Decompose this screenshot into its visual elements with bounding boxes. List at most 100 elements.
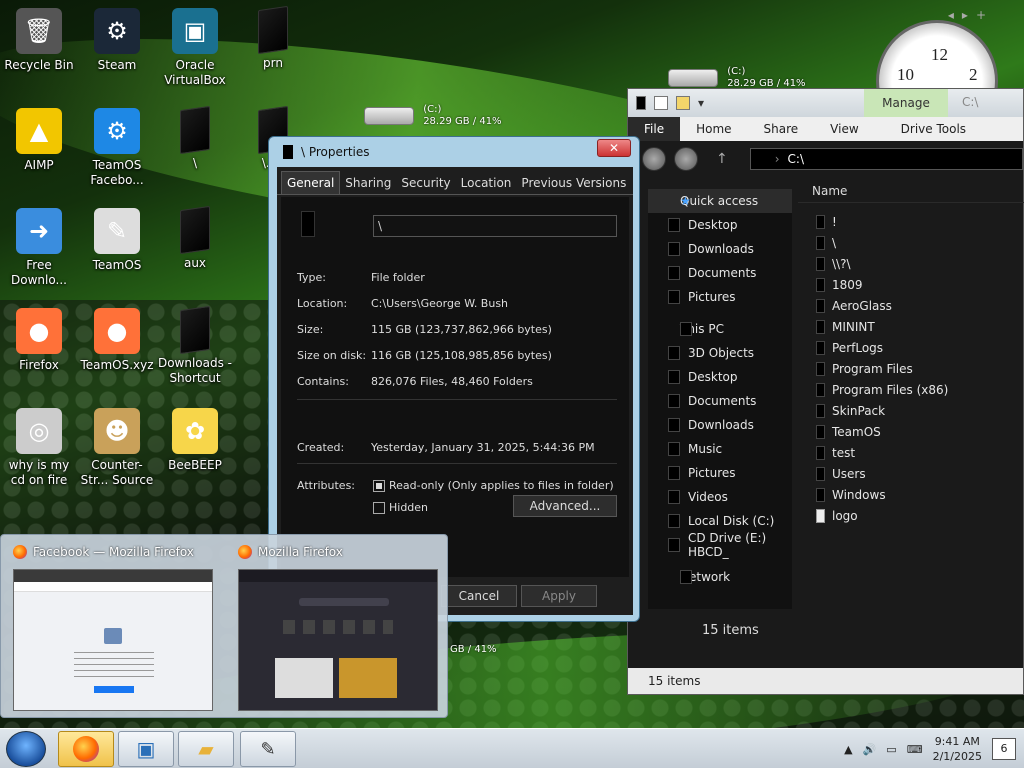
desktop-icon[interactable]: ● Firefox [0,308,78,373]
tab-general[interactable]: General [281,171,341,194]
tab-home[interactable]: Home [680,122,747,136]
tab-drive-tools[interactable]: Drive Tools [885,122,982,136]
file-list-item[interactable]: Program Files [798,358,1024,379]
column-header-name[interactable]: Name [798,179,1024,203]
network-icon[interactable]: ▭ [886,743,896,756]
address-input[interactable]: › C:\ [749,148,1023,170]
tab-location[interactable]: Location [456,172,517,194]
thumbnail-firefox[interactable]: Mozilla Firefox [226,541,438,713]
nav-item[interactable]: CD Drive (E:) HBCD_ [648,531,792,559]
dialog-titlebar[interactable]: \ Properties [269,137,639,167]
volume-icon[interactable]: 🔊 [863,743,877,756]
taskbar-file-explorer[interactable]: ▰ [178,731,234,767]
start-button[interactable] [6,731,46,767]
desktop-icon[interactable]: 🗑 Recycle Bin [0,8,78,73]
tab-security[interactable]: Security [396,172,455,194]
desktop-icon[interactable]: ☻ Counter-Str... Source [78,408,156,488]
apply-button[interactable]: Apply [521,585,597,607]
nav-item[interactable]: Local Disk (C:) [648,509,792,533]
desktop-icon[interactable]: ◎ why is my cd on fire [0,408,78,488]
file-explorer-window[interactable]: ▾ Manage C:\ File Home Share View Drive … [627,88,1024,695]
folder-name-input[interactable] [373,215,617,237]
nav-item[interactable]: Documents [648,389,792,413]
desktop-icon-label: BeeBEEP [168,458,222,472]
nav-item[interactable]: Network [648,565,792,589]
drive-gadget-secondary[interactable]: (C:) 28.29 GB / 41% [668,66,806,90]
readonly-checkbox[interactable]: Read-only (Only applies to files in fold… [373,479,614,492]
close-button[interactable]: ✕ [597,139,631,157]
tab-share[interactable]: Share [748,122,815,136]
nav-item-label: Downloads [688,242,754,256]
nav-item[interactable]: This PC [648,317,792,341]
desktop-icon[interactable]: ⚙ Steam [78,8,156,73]
nav-item[interactable]: Downloads [648,413,792,437]
hidden-checkbox[interactable]: Hidden [373,501,428,514]
desktop-icon[interactable]: ✎ TeamOS [78,208,156,273]
file-list-item[interactable]: ! [798,211,1024,232]
file-list-item[interactable]: \\?\ [798,253,1024,274]
file-list-item[interactable]: MININT [798,316,1024,337]
checkbox-icon[interactable] [373,501,385,514]
desktop-icon[interactable]: Downloads - Shortcut [156,305,234,386]
desktop-icon[interactable]: aux [156,205,234,271]
nav-item[interactable]: Documents [648,261,792,285]
taskbar-pen-app[interactable]: ✎ [240,731,296,767]
file-list-item[interactable]: test [798,442,1024,463]
file-list-item[interactable]: logo [798,505,1024,526]
file-list-item[interactable]: Windows [798,484,1024,505]
folder-icon [816,424,825,439]
cancel-button[interactable]: Cancel [441,585,517,607]
file-list-item[interactable]: SkinPack [798,400,1024,421]
tab-previous-versions[interactable]: Previous Versions [516,172,631,194]
folder-icon [680,322,692,336]
checkbox-indeterminate-icon[interactable] [373,479,385,492]
tab-view[interactable]: View [814,122,874,136]
desktop-icon[interactable]: prn [234,5,312,71]
forward-button[interactable] [674,147,698,171]
taskbar-clock[interactable]: 9:41 AM 2/1/2025 [933,734,982,764]
chevron-up-icon[interactable]: ▲ [844,743,852,756]
taskbar-this-pc[interactable]: ▣ [118,731,174,767]
ribbon-context-manage[interactable]: Manage [864,89,948,117]
properties-quick-icon[interactable] [654,96,668,110]
advanced-button[interactable]: Advanced... [513,495,617,517]
desktop-icon[interactable]: ▲ AIMP [0,108,78,173]
desktop-icon[interactable]: ⚙ TeamOS Facebo... [78,108,156,188]
desktop-icon[interactable]: ➜ Free Downlo... [0,208,78,288]
chevron-down-icon[interactable]: ▾ [698,96,704,110]
nav-item[interactable]: Downloads [648,237,792,261]
desktop-icon[interactable]: ● TeamOS.xyz [78,308,156,373]
new-folder-quick-icon[interactable] [676,96,690,110]
nav-item[interactable]: Pictures [648,285,792,309]
gadget-nav-icons[interactable]: ◂▸+ [948,8,994,22]
nav-item[interactable]: Music [648,437,792,461]
file-list-item[interactable]: AeroGlass [798,295,1024,316]
back-button[interactable] [642,147,666,171]
drive-gadget[interactable]: (C:) 28.29 GB / 41% [364,104,502,128]
notification-center-button[interactable]: 6 [992,738,1016,760]
tab-sharing[interactable]: Sharing [340,172,396,194]
taskbar-firefox[interactable] [58,731,114,767]
desktop-icon[interactable]: \ [156,105,234,171]
thumbnail-facebook[interactable]: Facebook — Mozilla Firefox [1,541,213,713]
nav-item[interactable]: Desktop [648,213,792,237]
nav-item-label: Documents [688,266,757,280]
nav-item[interactable]: Pictures [648,461,792,485]
file-name: ! [832,214,837,229]
file-list-item[interactable]: PerfLogs [798,337,1024,358]
status-bar: 15 items [628,668,1023,694]
up-arrow-icon[interactable]: ↑ [716,151,728,167]
file-list-item[interactable]: 1809 [798,274,1024,295]
nav-item[interactable]: Desktop [648,365,792,389]
file-list-item[interactable]: \ [798,232,1024,253]
file-list-item[interactable]: Program Files (x86) [798,379,1024,400]
nav-item[interactable]: 3D Objects [648,341,792,365]
file-list-item[interactable]: Users [798,463,1024,484]
desktop-icon[interactable]: ✿ BeeBEEP [156,408,234,473]
nav-item[interactable]: ★ Quick access [648,189,792,213]
nav-item[interactable]: Videos [648,485,792,509]
file-list-item[interactable]: TeamOS [798,421,1024,442]
folder-icon [668,242,680,256]
language-icon[interactable]: ⌨ [907,743,923,756]
desktop-icon[interactable]: ▣ Oracle VirtualBox [156,8,234,88]
